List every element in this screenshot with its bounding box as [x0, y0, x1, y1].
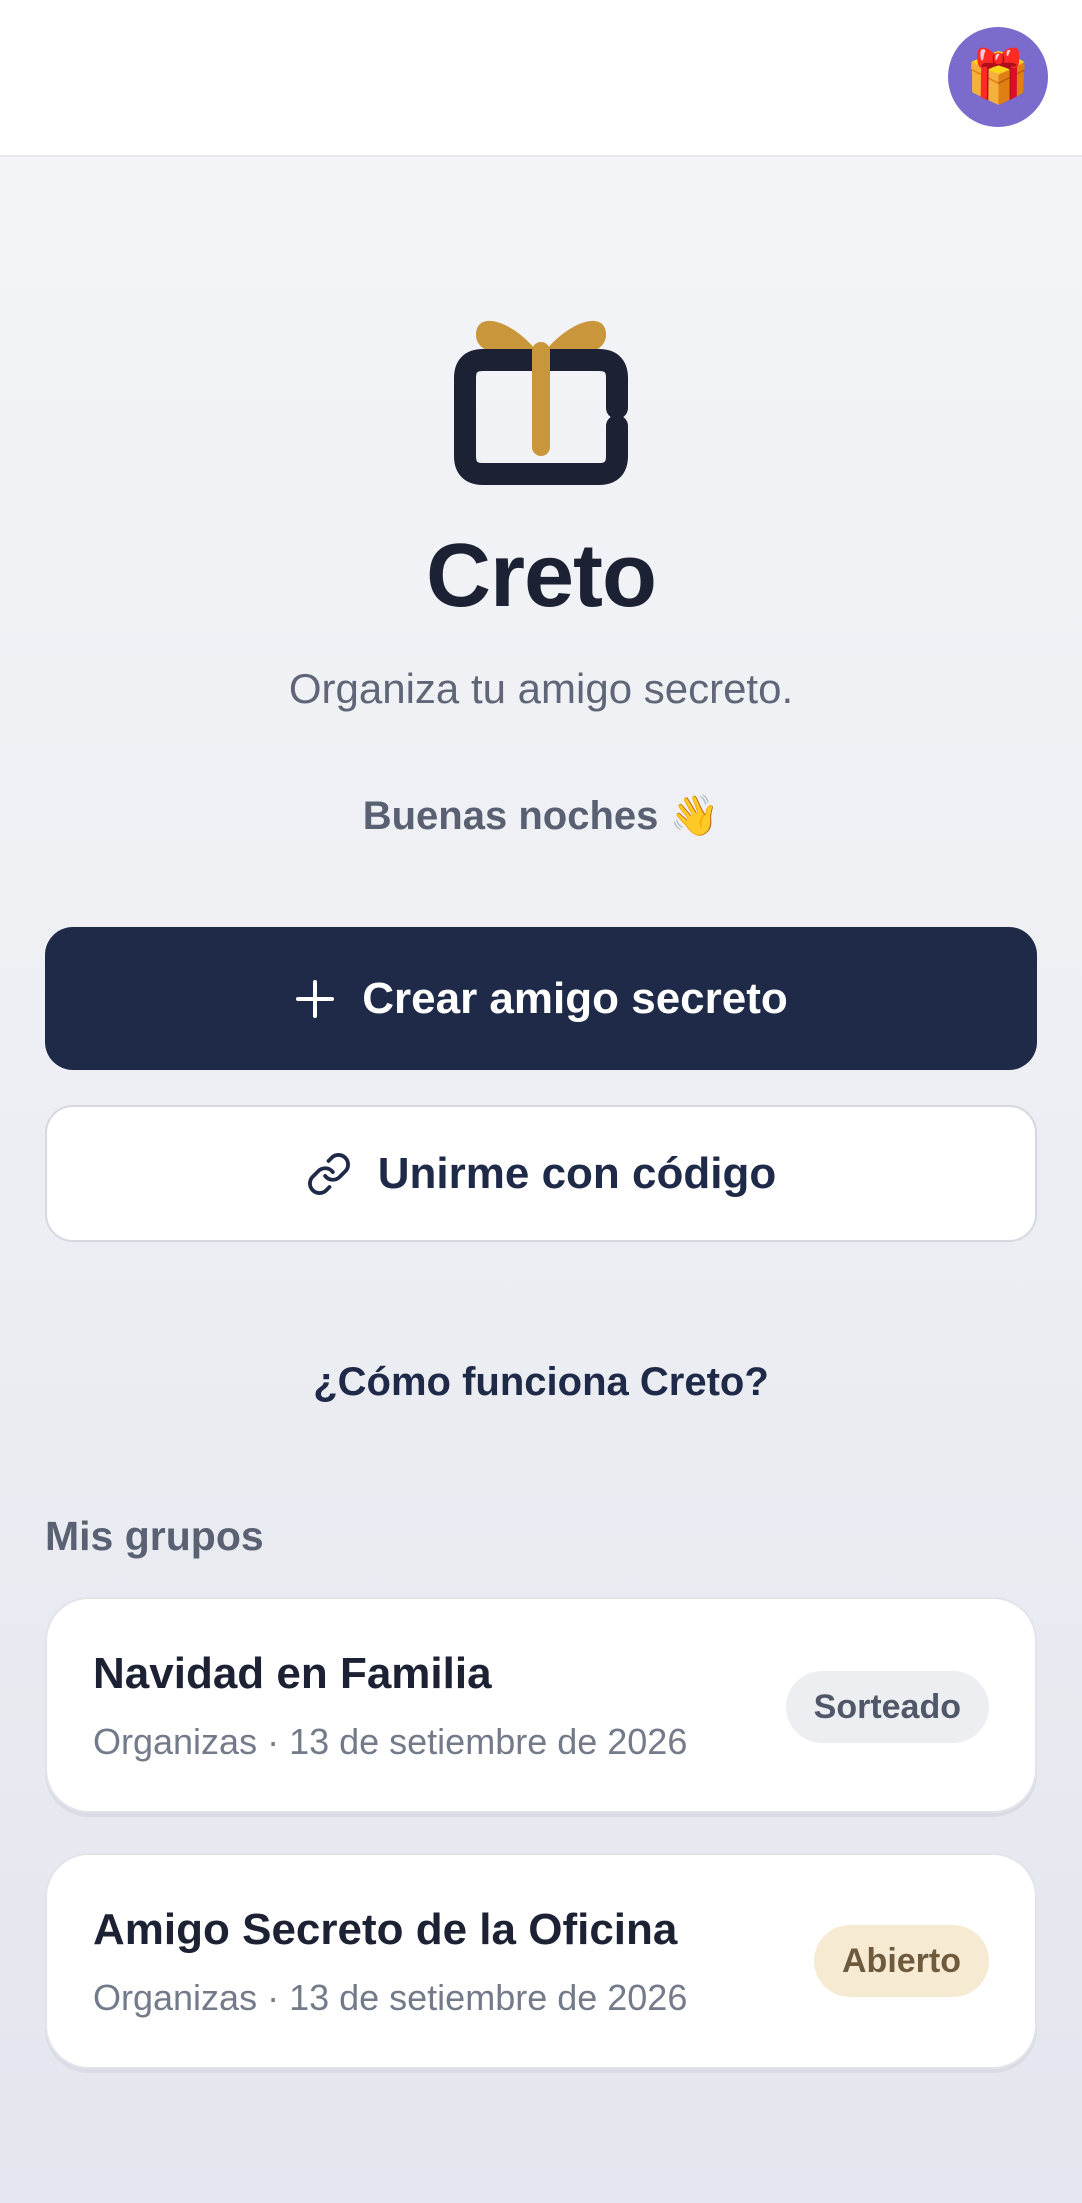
plus-icon — [294, 978, 336, 1020]
join-with-code-button[interactable]: Unirme con código — [45, 1105, 1037, 1242]
gift-icon — [454, 320, 628, 485]
greeting-text: Buenas noches 👋 — [362, 794, 720, 838]
hero: Creto Organiza tu amigo secreto. Buenas … — [0, 300, 1082, 840]
my-groups-heading: Mis grupos — [45, 1513, 264, 1559]
create-button-label: Crear amigo secreto — [362, 973, 788, 1023]
status-badge: Sorteado — [785, 1671, 989, 1743]
create-secret-friend-button[interactable]: Crear amigo secreto — [45, 927, 1037, 1070]
app-title: Creto — [425, 526, 657, 626]
group-meta: Organizas · 13 de setiembre de 2026 — [93, 1721, 688, 1762]
group-card[interactable]: Navidad en Familia Organizas · 13 de set… — [45, 1597, 1037, 1813]
status-badge: Abierto — [814, 1925, 989, 1997]
join-button-label: Unirme con código — [377, 1148, 777, 1198]
group-name: Amigo Secreto de la Oficina — [93, 1905, 678, 1954]
how-it-works-link[interactable]: ¿Cómo funciona Creto? — [0, 1360, 1082, 1405]
group-meta: Organizas · 13 de setiembre de 2026 — [93, 1977, 688, 2018]
app-subtitle: Organiza tu amigo secreto. — [288, 665, 794, 712]
link-icon — [306, 1151, 352, 1197]
group-name: Navidad en Familia — [93, 1649, 492, 1698]
group-card[interactable]: Amigo Secreto de la Oficina Organizas · … — [45, 1853, 1037, 2069]
top-bar: 🎁 — [0, 0, 1082, 157]
gift-emoji-icon: 🎁 — [965, 48, 1031, 106]
profile-avatar[interactable]: 🎁 — [948, 27, 1048, 127]
